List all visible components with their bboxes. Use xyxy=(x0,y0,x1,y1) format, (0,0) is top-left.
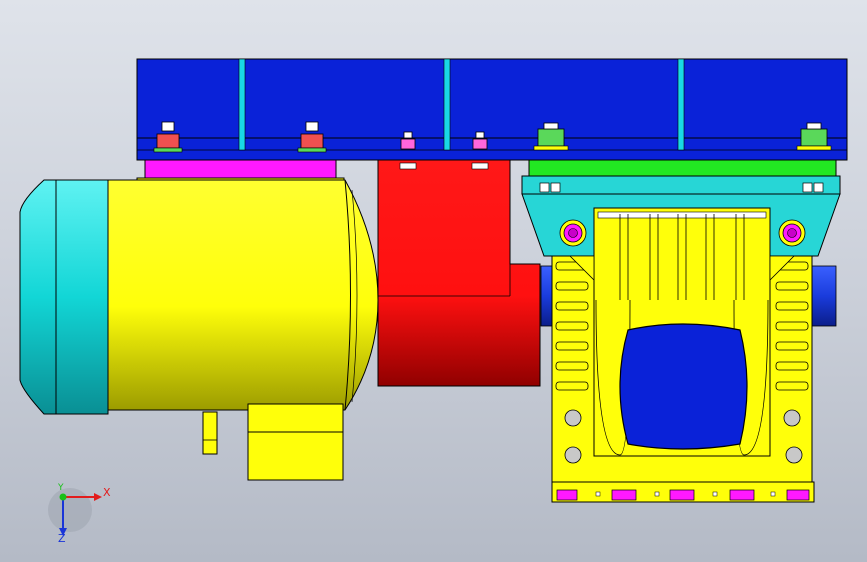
x-axis-label: X xyxy=(103,486,111,499)
flange-bolt[interactable] xyxy=(778,219,806,247)
terminal-box[interactable] xyxy=(247,403,344,481)
gearbox-mount[interactable] xyxy=(521,159,841,195)
3d-viewport[interactable]: X Y Z xyxy=(0,0,867,562)
z-axis-label: Z xyxy=(58,532,66,545)
coupling-housing[interactable] xyxy=(377,159,541,387)
gearbox-base[interactable] xyxy=(551,481,815,503)
coordinate-triad xyxy=(48,488,102,536)
plate-rib xyxy=(238,58,246,151)
motor-end-cap[interactable] xyxy=(19,179,109,415)
cad-model-view[interactable] xyxy=(0,0,867,562)
top-plate[interactable] xyxy=(136,58,848,161)
y-axis-label: Y xyxy=(58,483,64,493)
motor-body[interactable] xyxy=(107,179,379,411)
plate-rib xyxy=(443,58,451,151)
gearbox-inspection-window[interactable] xyxy=(619,323,748,450)
flange-bolt[interactable] xyxy=(559,219,587,247)
y-axis-arrow xyxy=(59,493,67,501)
motor-foot-lug xyxy=(202,411,218,455)
plate-rib xyxy=(677,58,685,151)
